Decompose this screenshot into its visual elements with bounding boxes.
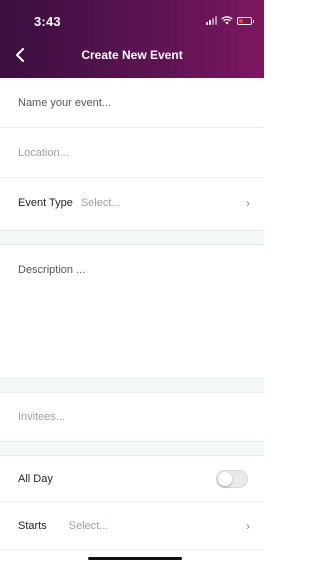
all-day-toggle[interactable]	[216, 469, 248, 488]
invitees-placeholder: Invitees...	[18, 411, 66, 423]
location-field[interactable]: Location...	[0, 128, 264, 178]
chevron-right-icon: ›	[246, 518, 250, 533]
all-day-label: All Day	[18, 472, 53, 485]
description-field[interactable]: Description ...	[0, 245, 264, 378]
description-placeholder: Description ...	[18, 264, 86, 276]
location-placeholder: Location...	[18, 146, 69, 159]
chevron-right-icon: ›	[246, 196, 250, 210]
status-time: 3:43	[34, 14, 61, 29]
toggle-knob	[218, 471, 232, 486]
header: 3:43 Create New Event	[0, 0, 264, 78]
all-day-row: All Day	[0, 456, 264, 502]
wifi-icon	[221, 16, 233, 25]
home-indicator	[88, 557, 182, 560]
section-divider	[0, 441, 264, 456]
event-type-row[interactable]: Event Type Select... ›	[0, 178, 264, 228]
section-divider	[0, 230, 264, 245]
invitees-field[interactable]: Invitees...	[0, 393, 264, 441]
event-name-field[interactable]: Name your event...	[0, 78, 264, 128]
section-divider	[0, 378, 264, 393]
signal-icon	[206, 16, 217, 25]
event-type-value: Select...	[80, 197, 121, 209]
event-name-placeholder: Name your event...	[18, 96, 111, 109]
status-icons	[206, 16, 254, 25]
starts-value: Select...	[68, 519, 109, 532]
page-title: Create New Event	[81, 48, 183, 62]
starts-row[interactable]: Starts Select... ›	[0, 502, 264, 550]
starts-label: Starts	[18, 519, 47, 532]
battery-icon	[237, 16, 254, 25]
event-type-label: Event Type	[18, 197, 73, 209]
